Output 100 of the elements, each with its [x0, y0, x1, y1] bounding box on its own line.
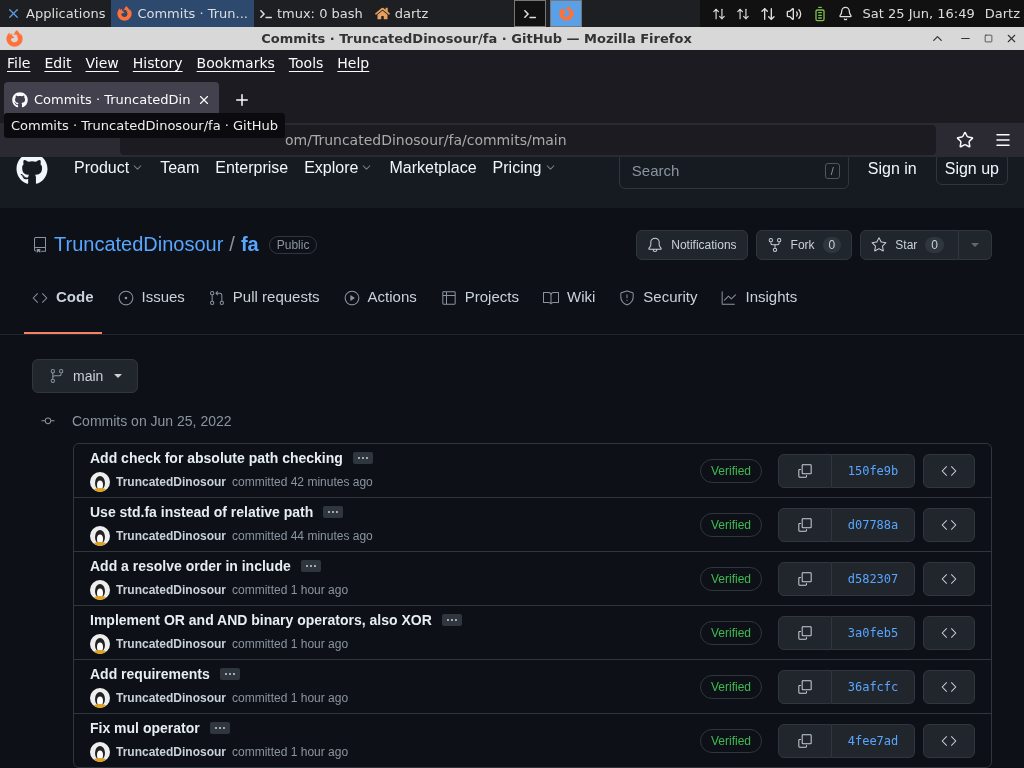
commit-sha-link[interactable]: 3a0feb5: [832, 615, 915, 650]
taskbar-task[interactable]: Commits · Trun...: [111, 0, 254, 27]
nav-link[interactable]: Marketplace: [383, 156, 483, 179]
avatar: [90, 525, 110, 546]
commit-message-link[interactable]: Add a resolve order in include: [90, 557, 291, 574]
copy-icon: [797, 462, 813, 479]
copy-button[interactable]: [778, 453, 832, 488]
repo-tab[interactable]: Insights: [713, 281, 806, 334]
repo-tab[interactable]: Wiki: [534, 281, 604, 334]
fork-count: 0: [822, 236, 842, 253]
expand-button[interactable]: [323, 505, 344, 518]
star-button[interactable]: Star 0: [860, 229, 959, 260]
fork-icon: [766, 236, 783, 253]
menu-item[interactable]: History: [132, 55, 183, 72]
commit-time: committed 42 minutes ago: [232, 474, 373, 489]
expand-button[interactable]: [300, 559, 321, 572]
commit-message-link[interactable]: Use std.fa instead of relative path: [90, 503, 314, 520]
user-name: Dartz: [984, 6, 1020, 21]
commit-sha-link[interactable]: 36afcfc: [832, 669, 915, 704]
taskbar-task[interactable]: tmux: 0 bash: [253, 0, 369, 27]
menu-item[interactable]: View: [85, 55, 119, 72]
commit-time: committed 1 hour ago: [232, 690, 349, 705]
repo-owner-link[interactable]: TruncatedDinosour: [54, 233, 224, 257]
commit-message-link[interactable]: Add check for absolute path checking: [90, 449, 343, 466]
menu-item[interactable]: Tools: [288, 55, 324, 72]
branch-select[interactable]: main: [32, 359, 139, 393]
repo-tab[interactable]: Security: [611, 281, 706, 334]
commit-sha-link[interactable]: d07788a: [832, 507, 915, 542]
firefox-icon: [117, 6, 133, 21]
sign-in-link[interactable]: Sign in: [858, 152, 926, 185]
copy-button[interactable]: [778, 615, 832, 650]
expand-button[interactable]: [352, 451, 373, 464]
author-link[interactable]: TruncatedDinosour: [116, 582, 226, 597]
menu-item[interactable]: File: [7, 55, 31, 72]
menu-item[interactable]: Edit: [44, 55, 72, 72]
copy-button[interactable]: [778, 723, 832, 758]
commit-sha-link[interactable]: 150fe9b: [832, 453, 915, 488]
commit-message-link[interactable]: Fix mul operator: [90, 719, 200, 736]
avatar: [90, 687, 110, 708]
restore-icon[interactable]: [984, 33, 993, 43]
commit-message-link[interactable]: Add requirements: [90, 665, 210, 682]
commit-time: committed 1 hour ago: [232, 582, 349, 597]
author-link[interactable]: TruncatedDinosour: [116, 528, 226, 543]
github-logo-icon: [12, 91, 28, 108]
nav-link[interactable]: Explore: [298, 156, 380, 179]
bookmark-star-icon[interactable]: [956, 130, 974, 149]
taskbar-task[interactable]: dartz: [368, 0, 435, 27]
terminal-icon: [524, 7, 537, 20]
nav-link[interactable]: Product: [68, 156, 151, 179]
star-icon: [871, 236, 888, 253]
nav-link[interactable]: Pricing: [486, 156, 563, 179]
repo-tab[interactable]: Issues: [109, 281, 193, 334]
avatar: [90, 579, 110, 600]
nav-link[interactable]: Enterprise: [209, 156, 295, 179]
copy-button[interactable]: [778, 561, 832, 596]
fork-button[interactable]: Fork 0: [755, 229, 853, 260]
repo-tab[interactable]: Projects: [432, 281, 527, 334]
commit-message-link[interactable]: Implement OR and AND binary operators, also XOR: [90, 611, 432, 628]
commit-group-title: Commits on Jun 25, 2022: [72, 413, 232, 429]
repo-name-link[interactable]: fa: [240, 233, 259, 257]
avatar: [90, 471, 110, 492]
copy-icon: [797, 570, 813, 587]
play-icon: [343, 289, 360, 306]
avatar: [90, 741, 110, 762]
window-title: Commits · TruncatedDinosour/fa · GitHub — Mozilla Firefox: [260, 30, 693, 46]
star-dropdown-button[interactable]: [959, 229, 992, 260]
window-button[interactable]: [550, 0, 583, 27]
copy-icon: [797, 732, 813, 749]
author-link[interactable]: TruncatedDinosour: [116, 474, 226, 489]
transfer-icon: [759, 5, 776, 22]
commit-sha-link[interactable]: 4fee7ad: [832, 723, 915, 758]
author-link[interactable]: TruncatedDinosour: [116, 636, 226, 651]
author-link[interactable]: TruncatedDinosour: [116, 690, 226, 705]
window-button[interactable]: [514, 0, 547, 27]
expand-button[interactable]: [441, 613, 462, 626]
commit-sha-link[interactable]: d582307: [832, 561, 915, 596]
commit-time: committed 1 hour ago: [232, 636, 349, 651]
branch-icon: [49, 368, 65, 384]
graph-icon: [721, 289, 738, 306]
copy-icon: [797, 678, 813, 695]
volume-icon: [785, 5, 802, 22]
applications-menu[interactable]: Applications: [0, 0, 112, 27]
repo-icon: [32, 236, 48, 253]
avatar: [90, 633, 110, 654]
notifications-button[interactable]: Notifications: [636, 229, 748, 260]
repo-tab[interactable]: Code: [24, 281, 102, 334]
tooltip: Commits · TruncatedDinosour/fa · GitHub: [4, 112, 286, 138]
copy-button[interactable]: [778, 507, 832, 542]
nav-link[interactable]: Team: [154, 156, 206, 179]
repo-tab[interactable]: Actions: [335, 281, 425, 334]
shield-icon: [619, 289, 636, 306]
expand-button[interactable]: [209, 721, 230, 734]
copy-button[interactable]: [778, 669, 832, 704]
expand-button[interactable]: [219, 667, 240, 680]
repo-tab[interactable]: Pull requests: [200, 281, 328, 334]
menu-item[interactable]: Help: [337, 55, 370, 72]
firefox-icon: [6, 29, 23, 47]
author-link[interactable]: TruncatedDinosour: [116, 744, 226, 759]
menu-item[interactable]: Bookmarks: [196, 55, 275, 72]
x-logo-icon: [6, 6, 21, 21]
